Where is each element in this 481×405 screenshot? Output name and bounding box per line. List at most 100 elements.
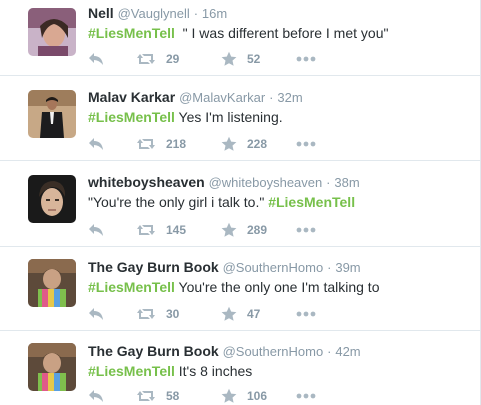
avatar[interactable] <box>28 343 76 391</box>
favorite-count: 47 <box>247 307 261 321</box>
avatar-image <box>28 259 76 307</box>
timestamp[interactable]: 39m <box>335 260 360 275</box>
avatar[interactable] <box>28 8 76 56</box>
separator: · <box>327 260 332 275</box>
reply-icon <box>88 223 104 237</box>
retweet-count: 58 <box>166 389 180 403</box>
favorite-button[interactable]: 228 <box>221 135 267 153</box>
retweet-button[interactable]: 145 <box>136 221 186 239</box>
favorite-count: 106 <box>247 389 268 403</box>
retweet-count: 145 <box>166 223 187 237</box>
more-icon <box>296 393 316 399</box>
text-after: " I was different before I met you" <box>174 25 389 41</box>
more-icon <box>296 56 316 62</box>
username[interactable]: @MalavKarkar <box>179 90 265 105</box>
retweet-icon <box>136 137 156 151</box>
tweet-header: The Gay Burn Book @SouthernHomo · 42m <box>88 342 474 361</box>
tweet-actions: 58 106 <box>88 387 388 405</box>
favorite-button[interactable]: 52 <box>221 50 260 68</box>
reply-icon <box>88 307 104 321</box>
more-button[interactable] <box>296 305 316 323</box>
username[interactable]: @whiteboysheaven <box>209 175 323 190</box>
retweet-button[interactable]: 218 <box>136 135 186 153</box>
username[interactable]: @SouthernHomo <box>223 344 324 359</box>
separator: · <box>269 90 274 105</box>
tweet-header: Malav Karkar @MalavKarkar · 32m <box>88 88 474 107</box>
fullname[interactable]: The Gay Burn Book <box>88 259 219 275</box>
retweet-count: 218 <box>166 137 187 151</box>
timestamp[interactable]: 38m <box>334 175 359 190</box>
text-after: It's 8 inches <box>174 363 253 379</box>
reply-button[interactable] <box>88 221 104 239</box>
fullname[interactable]: whiteboysheaven <box>88 174 205 190</box>
reply-icon <box>88 389 104 403</box>
favorite-icon <box>221 222 237 238</box>
retweet-button[interactable]: 29 <box>136 50 179 68</box>
more-button[interactable] <box>296 50 316 68</box>
tweet-header: Nell @Vauglynell · 16m <box>88 4 474 23</box>
retweet-button[interactable]: 58 <box>136 387 179 405</box>
retweet-icon <box>136 389 156 403</box>
retweet-count: 29 <box>166 52 180 66</box>
retweet-icon <box>136 52 156 66</box>
tweet-text: #LiesMenTell " I was different before I … <box>88 24 474 43</box>
favorite-button[interactable]: 289 <box>221 221 267 239</box>
tweet-text: "You're the only girl i talk to." #LiesM… <box>88 193 474 212</box>
more-button[interactable] <box>296 221 316 239</box>
retweet-button[interactable]: 30 <box>136 305 179 323</box>
favorite-icon <box>221 388 237 404</box>
avatar[interactable] <box>28 259 76 307</box>
tweet-header: whiteboysheaven @whiteboysheaven · 38m <box>88 173 474 192</box>
timestamp[interactable]: 16m <box>202 6 227 21</box>
hashtag-link[interactable]: #LiesMenTell <box>88 363 175 379</box>
separator: · <box>193 6 199 21</box>
favorite-count: 289 <box>247 223 268 237</box>
retweet-icon <box>136 307 156 321</box>
more-button[interactable] <box>296 387 316 405</box>
retweet-count: 30 <box>166 307 180 321</box>
reply-icon <box>88 137 104 151</box>
timestamp[interactable]: 42m <box>335 344 360 359</box>
favorite-icon <box>221 51 237 67</box>
more-icon <box>296 141 316 147</box>
avatar-image <box>28 8 76 56</box>
tweet-header: The Gay Burn Book @SouthernHomo · 39m <box>88 258 474 277</box>
tweet-text: #LiesMenTell You're the only one I'm tal… <box>88 278 474 297</box>
tweet-actions: 145 289 <box>88 221 388 239</box>
favorite-count: 52 <box>247 52 261 66</box>
hashtag-link[interactable]: #LiesMenTell <box>268 194 355 210</box>
retweet-icon <box>136 223 156 237</box>
separator: · <box>327 344 332 359</box>
hashtag-link[interactable]: #LiesMenTell <box>88 109 175 125</box>
reply-button[interactable] <box>88 305 104 323</box>
tweet-actions: 218 228 <box>88 135 388 153</box>
username[interactable]: @Vauglynell <box>118 6 190 21</box>
hashtag-link[interactable]: #LiesMenTell <box>88 279 175 295</box>
more-button[interactable] <box>296 135 316 153</box>
fullname[interactable]: Nell <box>88 5 114 21</box>
more-icon <box>296 227 316 233</box>
tweet-actions: 30 47 <box>88 305 388 323</box>
fullname[interactable]: Malav Karkar <box>88 89 175 105</box>
reply-button[interactable] <box>88 135 104 153</box>
reply-button[interactable] <box>88 50 104 68</box>
favorite-button[interactable]: 106 <box>221 387 267 405</box>
avatar[interactable] <box>28 175 76 223</box>
favorite-button[interactable]: 47 <box>221 305 260 323</box>
reply-icon <box>88 52 104 66</box>
favorite-icon <box>221 136 237 152</box>
username[interactable]: @SouthernHomo <box>223 260 324 275</box>
fullname[interactable]: The Gay Burn Book <box>88 343 219 359</box>
favorite-count: 228 <box>247 137 268 151</box>
tweet-text: #LiesMenTell It's 8 inches <box>88 362 474 381</box>
avatar-image <box>28 175 76 223</box>
separator: · <box>326 175 331 190</box>
more-icon <box>296 311 316 317</box>
hashtag-link[interactable]: #LiesMenTell <box>88 25 175 41</box>
timestamp[interactable]: 32m <box>277 90 302 105</box>
avatar[interactable] <box>28 90 76 138</box>
reply-button[interactable] <box>88 387 104 405</box>
text-before: "You're the only girl i talk to." <box>88 194 269 210</box>
avatar-image <box>28 343 76 391</box>
text-after: You're the only one I'm talking to <box>174 279 380 295</box>
